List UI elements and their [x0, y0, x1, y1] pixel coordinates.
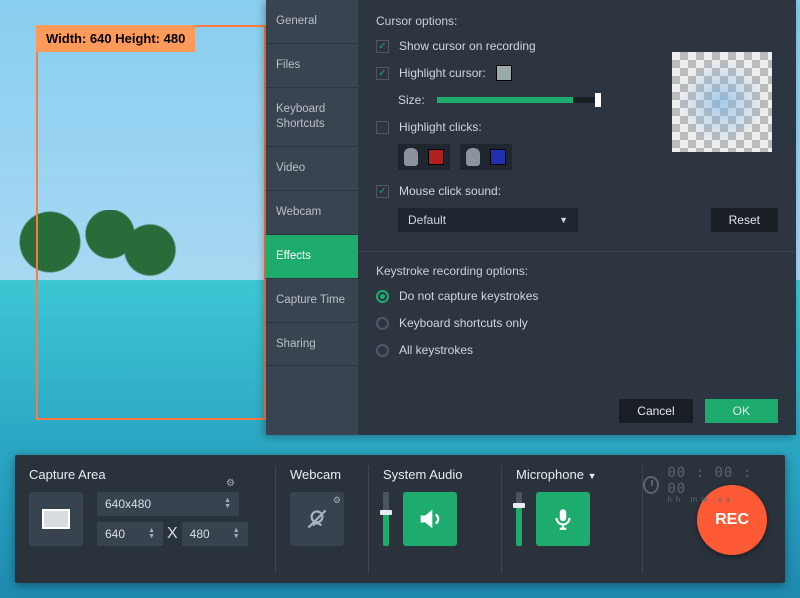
microphone-section: Microphone ▼: [502, 455, 642, 583]
keystroke-options-title: Keystroke recording options:: [376, 264, 778, 278]
tab-capture-time[interactable]: Capture Time: [266, 279, 358, 323]
capture-preset-value: 640x480: [105, 497, 151, 511]
cursor-options-title: Cursor options:: [376, 14, 778, 28]
ok-button[interactable]: OK: [705, 399, 778, 423]
reset-button[interactable]: Reset: [711, 208, 778, 232]
keystroke-none-label: Do not capture keystrokes: [399, 289, 538, 303]
dimension-x-label: X: [167, 525, 178, 543]
capture-dimensions-label: Width: 640 Height: 480: [36, 25, 195, 52]
webcam-title: Webcam: [290, 467, 354, 482]
click-sound-checkbox[interactable]: [376, 185, 389, 198]
capture-area-section: Capture Area 640x480 ▲▼ ⚙ 640 ▲▼ X: [15, 455, 275, 583]
chevron-down-icon[interactable]: ▼: [588, 471, 597, 481]
system-audio-title: System Audio: [383, 467, 487, 482]
capture-height-value: 480: [190, 527, 210, 541]
highlight-clicks-label: Highlight clicks:: [399, 120, 482, 134]
timer-digits: 00 : 00 : 00: [667, 465, 752, 497]
control-bar: Capture Area 640x480 ▲▼ ⚙ 640 ▲▼ X: [15, 455, 785, 583]
click-sound-select[interactable]: Default ▼: [398, 208, 578, 232]
settings-dialog: General Files Keyboard Shortcuts Video W…: [266, 0, 796, 435]
keystroke-all-label: All keystrokes: [399, 343, 473, 357]
mouse-icon: [404, 148, 418, 166]
webcam-toggle-button[interactable]: ⚙: [290, 492, 344, 546]
mouse-icon: [466, 148, 480, 166]
timer-labels: hh mm ss: [667, 495, 767, 504]
webcam-section: Webcam ⚙: [276, 455, 368, 583]
right-click-color[interactable]: [460, 144, 512, 170]
gear-icon[interactable]: ⚙: [226, 478, 235, 489]
timer-display: 00 : 00 : 00 hh mm ss: [643, 465, 767, 504]
record-section: 00 : 00 : 00 hh mm ss REC: [643, 455, 785, 583]
size-label: Size:: [398, 93, 425, 107]
webcam-off-icon: [304, 506, 330, 532]
capture-frame[interactable]: [36, 25, 266, 420]
highlight-cursor-checkbox[interactable]: [376, 67, 389, 80]
stepper-arrows-icon: ▲▼: [224, 498, 231, 510]
microphone-icon: [550, 506, 576, 532]
highlight-color-swatch[interactable]: [496, 65, 512, 81]
tab-general[interactable]: General: [266, 0, 358, 44]
tab-keyboard-shortcuts[interactable]: Keyboard Shortcuts: [266, 88, 358, 147]
microphone-title: Microphone ▼: [516, 467, 628, 482]
cursor-size-slider[interactable]: [437, 97, 597, 103]
left-click-color[interactable]: [398, 144, 450, 170]
tab-effects[interactable]: Effects: [266, 235, 358, 279]
capture-area-icon-button[interactable]: [29, 492, 83, 546]
screen-icon: [42, 509, 70, 529]
divider: [358, 251, 796, 252]
tab-webcam[interactable]: Webcam: [266, 191, 358, 235]
system-audio-volume-slider[interactable]: [383, 492, 389, 546]
capture-height-input[interactable]: 480 ▲▼: [182, 522, 248, 546]
keystroke-shortcuts-label: Keyboard shortcuts only: [399, 316, 528, 330]
left-click-swatch[interactable]: [428, 149, 444, 165]
speaker-icon: [416, 505, 444, 533]
keystroke-shortcuts-radio[interactable]: [376, 317, 389, 330]
cursor-preview: [672, 52, 772, 152]
right-click-swatch[interactable]: [490, 149, 506, 165]
click-sound-label: Mouse click sound:: [399, 184, 501, 198]
gear-icon[interactable]: ⚙: [333, 495, 341, 506]
microphone-toggle-button[interactable]: [536, 492, 590, 546]
system-audio-section: System Audio: [369, 455, 501, 583]
highlight-clicks-checkbox[interactable]: [376, 121, 389, 134]
tab-sharing[interactable]: Sharing: [266, 323, 358, 367]
capture-width-input[interactable]: 640 ▲▼: [97, 522, 163, 546]
keystroke-none-radio[interactable]: [376, 290, 389, 303]
effects-pane: Cursor options: Show cursor on recording…: [358, 0, 796, 435]
system-audio-toggle-button[interactable]: [403, 492, 457, 546]
capture-width-value: 640: [105, 527, 125, 541]
stepper-arrows-icon: ▲▼: [233, 528, 240, 540]
highlight-cursor-label: Highlight cursor:: [399, 66, 486, 80]
settings-tabs: General Files Keyboard Shortcuts Video W…: [266, 0, 358, 435]
click-sound-value: Default: [408, 213, 446, 227]
tab-files[interactable]: Files: [266, 44, 358, 88]
show-cursor-label: Show cursor on recording: [399, 39, 536, 53]
capture-preset-select[interactable]: 640x480 ▲▼ ⚙: [97, 492, 239, 516]
microphone-volume-slider[interactable]: [516, 492, 522, 546]
tab-video[interactable]: Video: [266, 147, 358, 191]
clock-icon[interactable]: [643, 476, 659, 494]
stepper-arrows-icon: ▲▼: [148, 528, 155, 540]
chevron-down-icon: ▼: [559, 215, 568, 225]
show-cursor-checkbox[interactable]: [376, 40, 389, 53]
cancel-button[interactable]: Cancel: [619, 399, 692, 423]
keystroke-all-radio[interactable]: [376, 344, 389, 357]
